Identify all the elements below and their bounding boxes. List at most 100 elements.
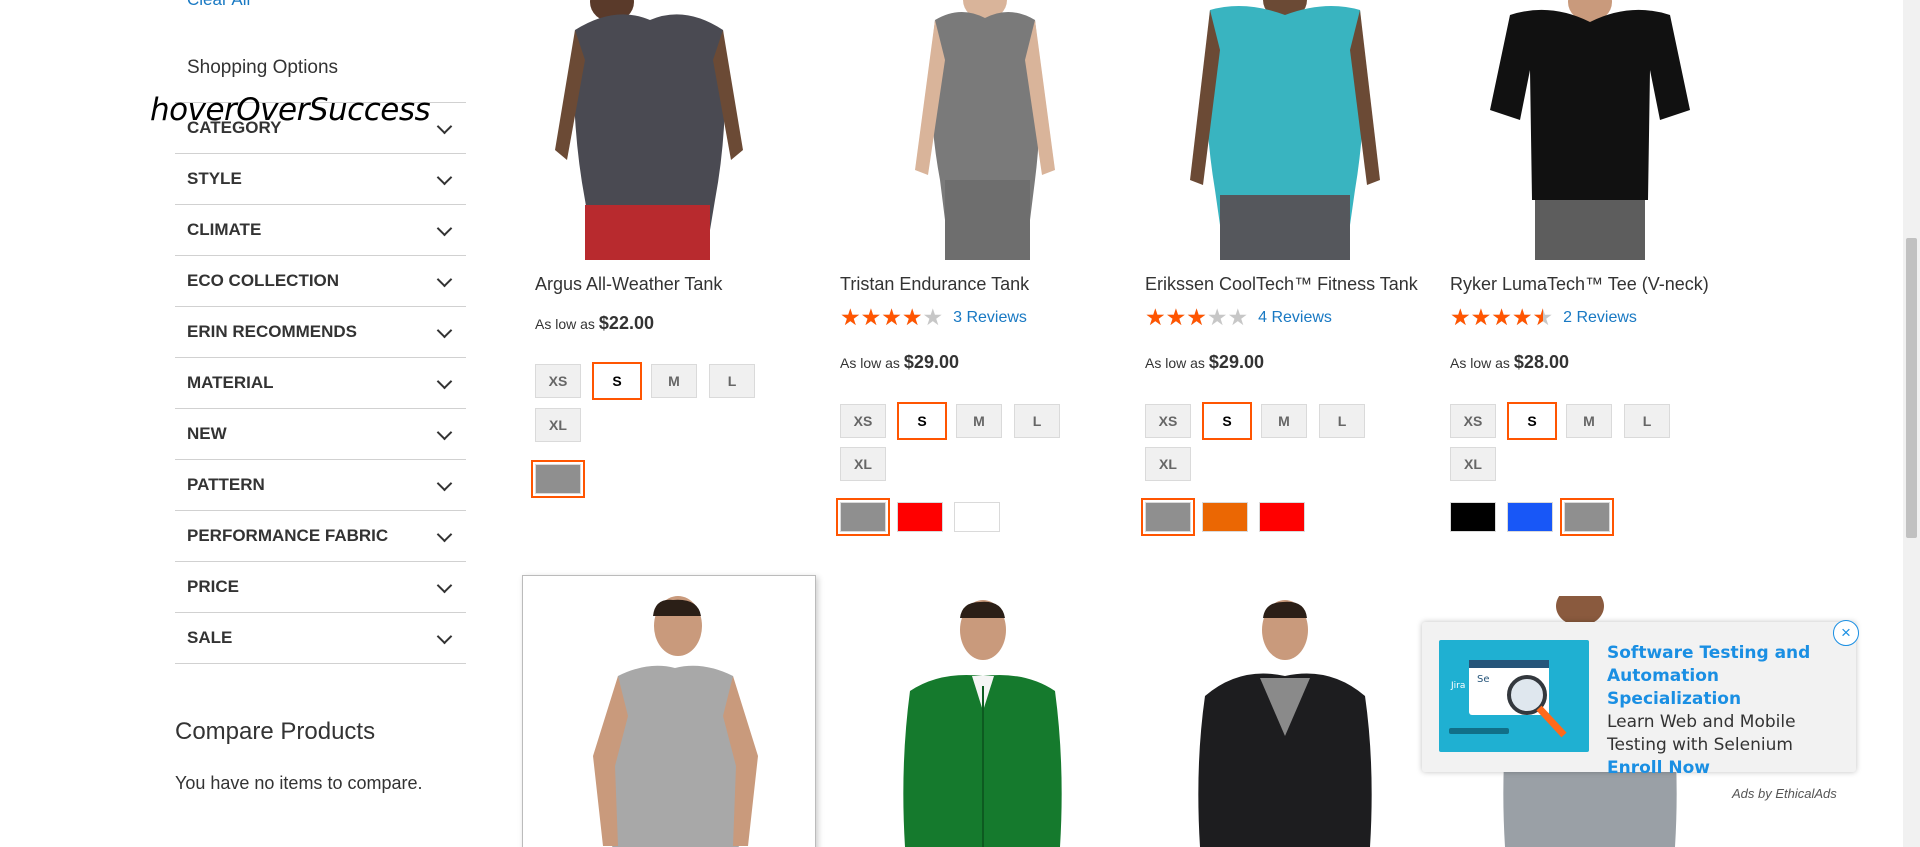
product-image[interactable] (840, 0, 1130, 260)
price: $22.00 (598, 313, 654, 333)
filter-sale[interactable]: SALE (175, 613, 466, 664)
rating-summary: ★★★★★★★★★★ 4 Reviews (1145, 306, 1332, 329)
color-swatch-gray[interactable] (1560, 498, 1614, 536)
price: $29.00 (903, 352, 959, 372)
chevron-down-icon (436, 373, 453, 390)
product-card-hovered[interactable] (522, 575, 816, 847)
size-swatch-xs[interactable]: XS (1450, 404, 1496, 438)
compare-products-heading: Compare Products (175, 718, 376, 745)
price-prefix: As low as (535, 316, 595, 332)
star-rating-icon: ★★★★★★★★★★ (1450, 304, 1554, 330)
size-swatch-s[interactable]: S (1507, 402, 1557, 440)
ad-cta[interactable]: Enroll Now (1607, 758, 1710, 778)
color-swatch-orange[interactable] (1202, 502, 1248, 532)
filter-label: PERFORMANCE FABRIC (187, 526, 389, 545)
size-swatch-l[interactable]: L (1624, 404, 1670, 438)
filter-eco-collection[interactable]: ECO COLLECTION (175, 256, 466, 307)
clear-all-link[interactable]: Clear All (187, 0, 250, 10)
size-swatch-m[interactable]: M (1566, 404, 1612, 438)
chevron-down-icon (436, 271, 453, 288)
color-swatch-red[interactable] (1259, 502, 1305, 532)
chevron-down-icon (436, 475, 453, 492)
chevron-down-icon (436, 424, 453, 441)
compare-empty-message: You have no items to compare. (175, 773, 423, 793)
color-swatch-white[interactable] (954, 502, 1000, 532)
size-swatch-s[interactable]: S (897, 402, 947, 440)
color-swatch-black[interactable] (1450, 502, 1496, 532)
ad-text: Software Testing and Automation Speciali… (1607, 642, 1839, 780)
size-swatch-xs[interactable]: XS (1145, 404, 1191, 438)
filter-material[interactable]: MATERIAL (175, 358, 466, 409)
filter-label: MATERIAL (187, 373, 274, 392)
hover-status-text: hoverOverSuccess (150, 92, 431, 128)
size-swatch-l[interactable]: L (1014, 404, 1060, 438)
reviews-link[interactable]: 4 Reviews (1258, 309, 1332, 327)
shopping-options-heading: Shopping Options (187, 57, 339, 78)
product-image[interactable] (1145, 0, 1435, 260)
product-name[interactable]: Tristan Endurance Tank (840, 274, 1029, 295)
color-swatch-gray[interactable] (531, 460, 585, 498)
size-swatch-l[interactable]: L (1319, 404, 1365, 438)
ad-title[interactable]: Software Testing and Automation Speciali… (1607, 642, 1839, 711)
scrollbar-thumb[interactable] (1906, 238, 1917, 538)
product-image[interactable] (1450, 0, 1740, 260)
filter-list: CATEGORY STYLE CLIMATE ECO COLLECTION ER… (175, 102, 466, 664)
size-swatch-xs[interactable]: XS (840, 404, 886, 438)
price: $28.00 (1513, 352, 1569, 372)
size-swatch-xl[interactable]: XL (1145, 447, 1191, 481)
reviews-link[interactable]: 2 Reviews (1563, 309, 1637, 327)
price-box: As low as $22.00 (535, 313, 654, 334)
ad-image-label: Se (1477, 674, 1490, 685)
filter-climate[interactable]: CLIMATE (175, 205, 466, 256)
ad-body: Learn Web and Mobile Testing with Seleni… (1607, 712, 1796, 755)
price-box: As low as $29.00 (1145, 352, 1264, 373)
size-swatch-s[interactable]: S (592, 362, 642, 400)
product-name[interactable]: Erikssen CoolTech™ Fitness Tank (1145, 274, 1418, 295)
chevron-down-icon (436, 169, 453, 186)
color-swatch-gray[interactable] (1141, 498, 1195, 536)
filter-new[interactable]: NEW (175, 409, 466, 460)
size-swatch-xl[interactable]: XL (1450, 447, 1496, 481)
size-swatch-m[interactable]: M (956, 404, 1002, 438)
filter-price[interactable]: PRICE (175, 562, 466, 613)
product-name[interactable]: Ryker LumaTech™ Tee (V-neck) (1450, 274, 1709, 295)
product-image[interactable] (535, 0, 825, 260)
price: $29.00 (1208, 352, 1264, 372)
size-swatch-l[interactable]: L (709, 364, 755, 398)
chevron-down-icon (436, 577, 453, 594)
color-swatch-red[interactable] (897, 502, 943, 532)
page-scrollbar[interactable] (1903, 0, 1920, 847)
rating-summary: ★★★★★★★★★★ 2 Reviews (1450, 306, 1637, 329)
rating-summary: ★★★★★★★★★★ 3 Reviews (840, 306, 1027, 329)
color-swatch-blue[interactable] (1507, 502, 1553, 532)
ad-image[interactable]: Jira Se (1439, 640, 1589, 752)
filter-pattern[interactable]: PATTERN (175, 460, 466, 511)
reviews-link[interactable]: 3 Reviews (953, 309, 1027, 327)
price-prefix: As low as (840, 355, 900, 371)
size-swatch-m[interactable]: M (651, 364, 697, 398)
color-swatch-gray[interactable] (836, 498, 890, 536)
star-rating-icon: ★★★★★★★★★★ (840, 304, 944, 330)
size-swatch-xl[interactable]: XL (535, 408, 581, 442)
size-swatch-m[interactable]: M (1261, 404, 1307, 438)
price-prefix: As low as (1450, 355, 1510, 371)
product-name[interactable]: Argus All-Weather Tank (535, 274, 722, 295)
filter-performance-fabric[interactable]: PERFORMANCE FABRIC (175, 511, 466, 562)
product-image[interactable] (1145, 596, 1435, 847)
size-swatch-s[interactable]: S (1202, 402, 1252, 440)
chevron-down-icon (436, 118, 453, 135)
ad-attribution[interactable]: Ads by EthicalAds (1732, 786, 1837, 801)
filter-label: SALE (187, 628, 233, 647)
price-box: As low as $28.00 (1450, 352, 1569, 373)
filter-erin-recommends[interactable]: ERIN RECOMMENDS (175, 307, 466, 358)
product-image[interactable] (840, 596, 1130, 847)
size-swatch-xs[interactable]: XS (535, 364, 581, 398)
product-image (593, 596, 758, 847)
chevron-down-icon (436, 526, 453, 543)
filter-label: STYLE (187, 169, 242, 188)
filter-style[interactable]: STYLE (175, 154, 466, 205)
filter-label: CLIMATE (187, 220, 262, 239)
product-listing-page: Clear All Shopping Options hoverOverSucc… (0, 0, 1920, 847)
size-swatch-xl[interactable]: XL (840, 447, 886, 481)
sidebar: Clear All Shopping Options hoverOverSucc… (0, 0, 480, 847)
